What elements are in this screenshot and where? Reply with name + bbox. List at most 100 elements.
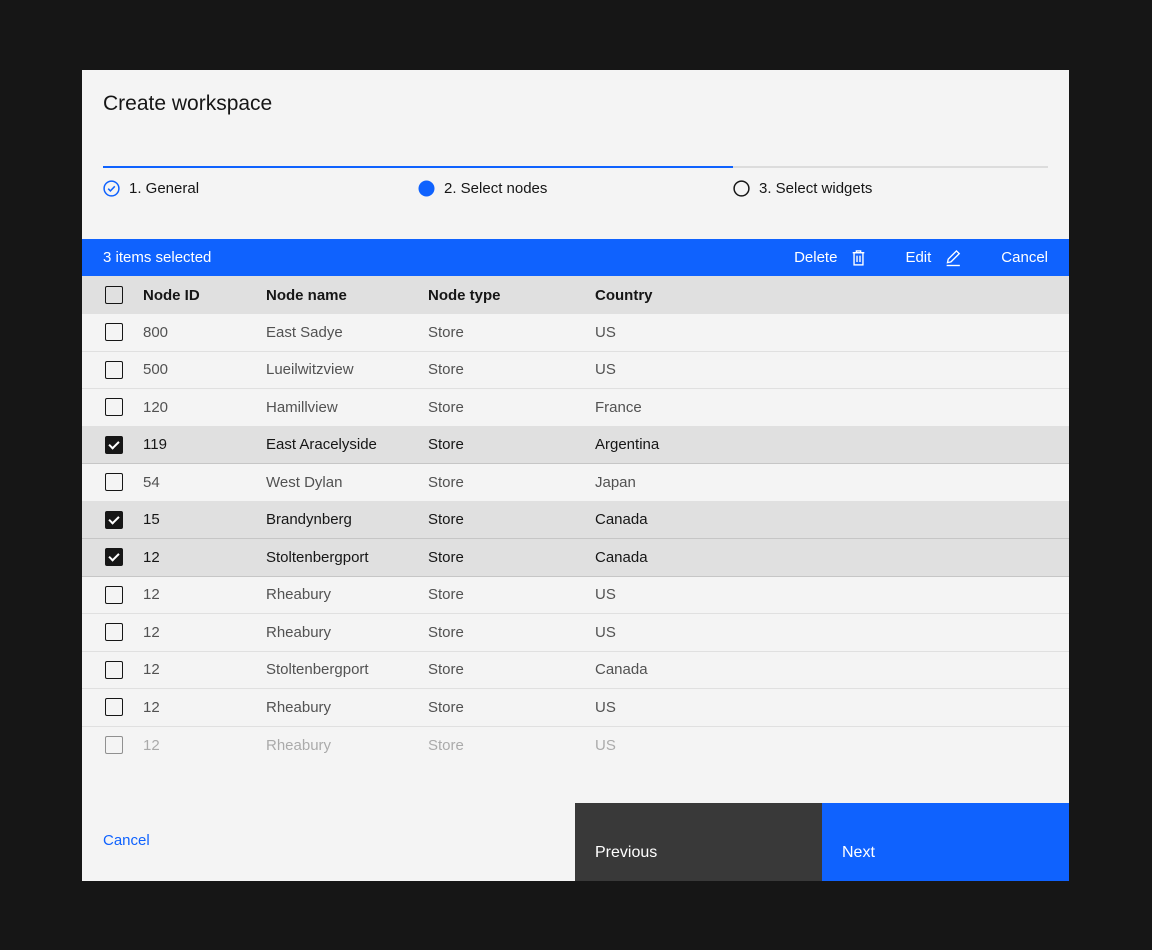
cell-node-type: Store bbox=[428, 699, 595, 716]
progress-step-general[interactable]: 1. General bbox=[103, 166, 418, 197]
cell-node-id: 54 bbox=[143, 474, 266, 491]
table-row[interactable]: 12 Rheabury Store US bbox=[82, 614, 1069, 652]
batch-actions: Delete Edit Cancel bbox=[794, 249, 1048, 267]
items-selected-count: 3 items selected bbox=[103, 249, 211, 266]
cell-node-name: Rheabury bbox=[266, 737, 428, 754]
cell-node-name: East Sadye bbox=[266, 324, 428, 341]
row-checkbox[interactable] bbox=[105, 548, 123, 566]
row-checkbox[interactable] bbox=[105, 436, 123, 454]
table-row[interactable]: 500 Lueilwitzview Store US bbox=[82, 352, 1069, 390]
cell-node-id: 119 bbox=[143, 436, 266, 453]
cell-node-id: 120 bbox=[143, 399, 266, 416]
cell-node-id: 800 bbox=[143, 324, 266, 341]
progress-step-select-widgets[interactable]: 3. Select widgets bbox=[733, 166, 1048, 197]
progress-indicator: 1. General 2. Select nodes 3. Select wid… bbox=[103, 166, 1048, 197]
progress-step-select-nodes[interactable]: 2. Select nodes bbox=[418, 166, 733, 197]
row-checkbox[interactable] bbox=[105, 511, 123, 529]
table-header-row: Node ID Node name Node type Country bbox=[82, 276, 1069, 314]
create-workspace-modal: Create workspace 1. General 2. Select no… bbox=[82, 70, 1069, 881]
cell-node-name: Rheabury bbox=[266, 624, 428, 641]
row-checkbox[interactable] bbox=[105, 361, 123, 379]
cell-country: US bbox=[595, 324, 1048, 341]
cell-node-name: Stoltenbergport bbox=[266, 661, 428, 678]
delete-button[interactable]: Delete bbox=[794, 249, 867, 267]
checkmark-circle-icon bbox=[103, 180, 120, 197]
cell-node-type: Store bbox=[428, 399, 595, 416]
cell-node-name: Hamillview bbox=[266, 399, 428, 416]
cell-node-type: Store bbox=[428, 737, 595, 754]
modal-footer: Cancel Previous Next bbox=[82, 803, 1069, 881]
cell-node-type: Store bbox=[428, 436, 595, 453]
table-row[interactable]: 54 West Dylan Store Japan bbox=[82, 464, 1069, 502]
table-row[interactable]: 12 Stoltenbergport Store Canada bbox=[82, 652, 1069, 690]
circle-icon bbox=[733, 180, 750, 197]
row-checkbox[interactable] bbox=[105, 586, 123, 604]
cell-country: Argentina bbox=[595, 436, 1048, 453]
progress-step-label: 2. Select nodes bbox=[444, 180, 547, 197]
column-header-country: Country bbox=[595, 287, 1048, 304]
cell-node-name: West Dylan bbox=[266, 474, 428, 491]
footer-cancel-link[interactable]: Cancel bbox=[103, 832, 150, 849]
cell-node-type: Store bbox=[428, 361, 595, 378]
modal-title: Create workspace bbox=[103, 92, 272, 116]
cell-node-type: Store bbox=[428, 661, 595, 678]
cell-node-id: 12 bbox=[143, 586, 266, 603]
edit-button[interactable]: Edit bbox=[905, 249, 963, 267]
cell-node-id: 12 bbox=[143, 661, 266, 678]
cell-country: Canada bbox=[595, 661, 1048, 678]
edit-icon bbox=[944, 249, 963, 267]
select-all-checkbox[interactable] bbox=[105, 286, 123, 304]
row-checkbox[interactable] bbox=[105, 323, 123, 341]
cell-node-type: Store bbox=[428, 474, 595, 491]
cell-node-type: Store bbox=[428, 586, 595, 603]
table-row[interactable]: 120 Hamillview Store France bbox=[82, 389, 1069, 427]
cell-country: US bbox=[595, 586, 1048, 603]
delete-button-label: Delete bbox=[794, 249, 837, 266]
row-checkbox[interactable] bbox=[105, 736, 123, 754]
cell-node-name: Rheabury bbox=[266, 586, 428, 603]
cell-node-type: Store bbox=[428, 624, 595, 641]
cell-country: Canada bbox=[595, 549, 1048, 566]
next-button[interactable]: Next bbox=[822, 803, 1069, 881]
cell-node-name: East Aracelyside bbox=[266, 436, 428, 453]
cell-node-name: Stoltenbergport bbox=[266, 549, 428, 566]
table-row[interactable]: 12 Rheabury Store US bbox=[82, 727, 1069, 765]
cell-node-type: Store bbox=[428, 511, 595, 528]
row-checkbox[interactable] bbox=[105, 661, 123, 679]
cell-node-id: 12 bbox=[143, 737, 266, 754]
cell-country: Canada bbox=[595, 511, 1048, 528]
cell-node-id: 500 bbox=[143, 361, 266, 378]
table-row[interactable]: 12 Rheabury Store US bbox=[82, 577, 1069, 615]
row-checkbox[interactable] bbox=[105, 698, 123, 716]
cell-country: US bbox=[595, 699, 1048, 716]
cell-node-type: Store bbox=[428, 549, 595, 566]
table-body: 800 East Sadye Store US 500 Lueilwitzvie… bbox=[82, 314, 1069, 764]
cell-country: US bbox=[595, 737, 1048, 754]
batch-cancel-button[interactable]: Cancel bbox=[1001, 249, 1048, 266]
cell-node-id: 15 bbox=[143, 511, 266, 528]
column-header-node-id: Node ID bbox=[143, 287, 266, 304]
row-checkbox[interactable] bbox=[105, 473, 123, 491]
cell-country: US bbox=[595, 361, 1048, 378]
table-row[interactable]: 12 Stoltenbergport Store Canada bbox=[82, 539, 1069, 577]
table-row[interactable]: 12 Rheabury Store US bbox=[82, 689, 1069, 727]
table-row[interactable]: 800 East Sadye Store US bbox=[82, 314, 1069, 352]
previous-button[interactable]: Previous bbox=[575, 803, 822, 881]
table-row[interactable]: 119 East Aracelyside Store Argentina bbox=[82, 427, 1069, 465]
cell-node-id: 12 bbox=[143, 699, 266, 716]
trash-icon bbox=[850, 249, 867, 267]
cell-node-id: 12 bbox=[143, 549, 266, 566]
row-checkbox[interactable] bbox=[105, 623, 123, 641]
filled-circle-icon bbox=[418, 180, 435, 197]
cell-country: France bbox=[595, 399, 1048, 416]
cell-node-name: Lueilwitzview bbox=[266, 361, 428, 378]
row-checkbox[interactable] bbox=[105, 398, 123, 416]
cell-node-name: Brandynberg bbox=[266, 511, 428, 528]
column-header-node-type: Node type bbox=[428, 287, 595, 304]
batch-cancel-label: Cancel bbox=[1001, 249, 1048, 266]
column-header-node-name: Node name bbox=[266, 287, 428, 304]
cell-node-type: Store bbox=[428, 324, 595, 341]
table-row[interactable]: 15 Brandynberg Store Canada bbox=[82, 502, 1069, 540]
cell-country: Japan bbox=[595, 474, 1048, 491]
cell-country: US bbox=[595, 624, 1048, 641]
